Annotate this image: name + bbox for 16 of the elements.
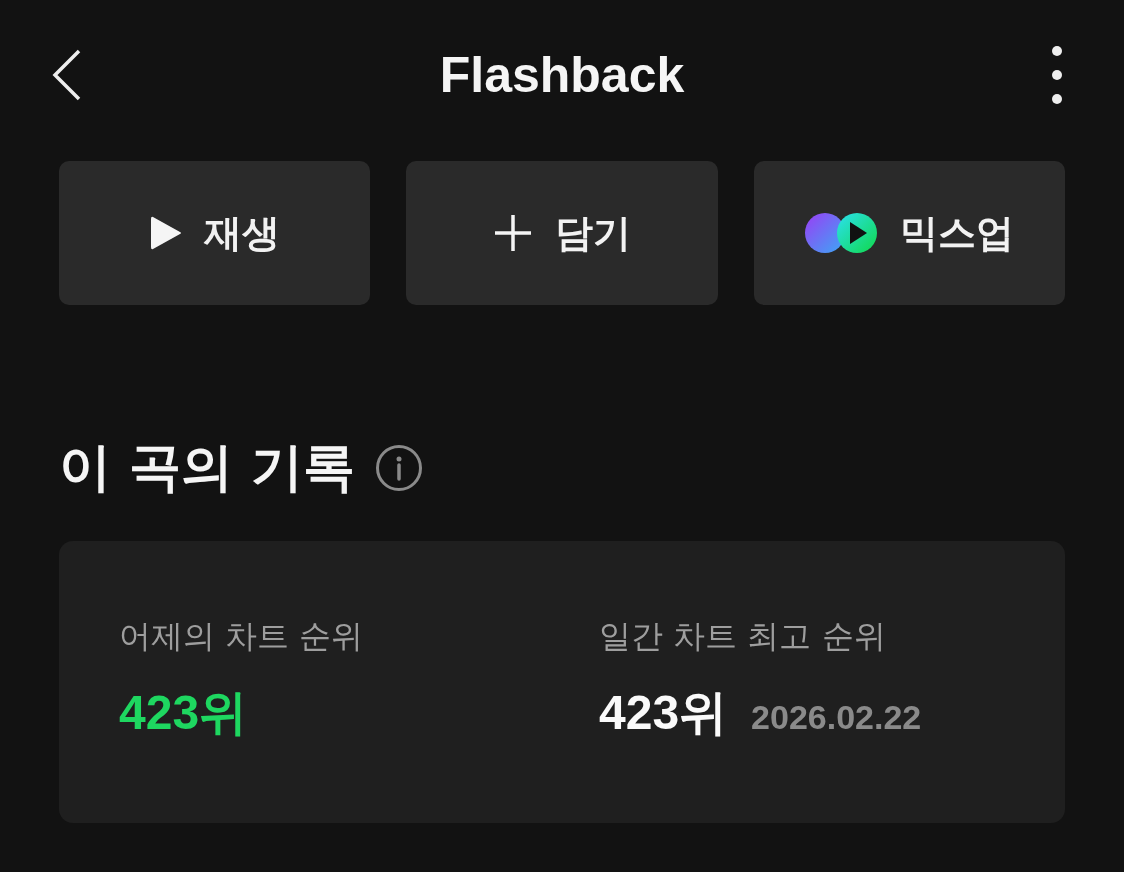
rank-date: 2026.02.22	[751, 698, 922, 737]
chevron-left-icon	[52, 49, 82, 101]
mixup-logo-icon	[804, 212, 879, 254]
plus-icon	[493, 213, 533, 253]
play-button[interactable]: 재생	[59, 161, 371, 305]
page-title: Flashback	[439, 46, 685, 104]
section-title: 이 곡의 기록	[59, 436, 356, 499]
rank-value: 423위	[599, 685, 728, 741]
more-vertical-icon	[1051, 45, 1063, 105]
play-icon	[149, 215, 182, 251]
mixup-button[interactable]: 믹스업	[753, 161, 1065, 305]
rank-value: 423위	[119, 685, 248, 741]
stat-label: 어제의 차트 순위	[119, 616, 365, 657]
stat-label: 일간 차트 최고 순위	[599, 616, 887, 657]
info-icon[interactable]	[375, 444, 424, 492]
add-button[interactable]: 담기	[406, 161, 718, 305]
